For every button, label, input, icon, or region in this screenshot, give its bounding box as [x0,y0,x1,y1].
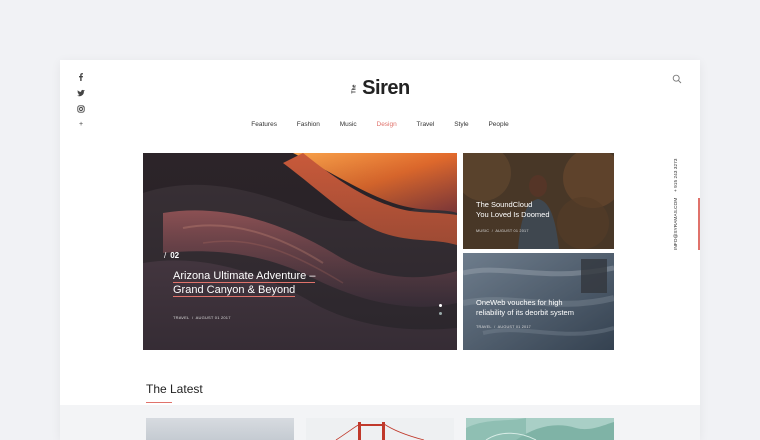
hero-date: AUGUST 01 2017 [195,315,231,320]
hero-title-line1: Arizona Ultimate Adventure – [173,270,316,283]
latest-thumb-2[interactable] [306,418,454,440]
contact-phone[interactable]: + 915 243 3273 [674,159,679,192]
card-title: The SoundCloud You Loved Is Doomed [476,200,576,220]
hero-image [143,153,457,350]
slider-dot-2[interactable] [439,312,442,315]
hero-title-line2: Grand Canyon & Beyond [173,284,296,297]
hero-category[interactable]: TRAVEL [173,315,189,320]
nav-item-features[interactable]: Features [251,121,277,128]
card-date: AUGUST 01 2017 [497,325,531,329]
hero-slide[interactable]: /02 Arizona Ultimate Adventure – Grand C… [143,153,457,350]
contact-email[interactable]: INFO@SYRAMAS.COM [674,198,679,250]
hero-meta: TRAVEL / AUGUST 01 2017 [173,315,231,320]
card-title-line1: OneWeb vouches for high [476,298,563,307]
nav-item-music[interactable]: Music [340,121,357,128]
card-meta: TRAVEL / AUGUST 01 2017 [476,325,531,329]
contact-info: + 915 243 3273 INFO@SYRAMAS.COM [674,148,682,258]
slider-dots [439,304,443,320]
nav-item-fashion[interactable]: Fashion [297,121,320,128]
bridge-image [306,418,454,440]
card-title-line1: The SoundCloud [476,200,533,209]
card-title-line2: reliability of its deorbit system [476,308,574,317]
card-category[interactable]: MUSIC [476,229,489,233]
slide-number: /02 [164,251,180,260]
page: + The Siren Features Fashion Music Design… [60,60,700,440]
card-date: AUGUST 01 2017 [495,229,529,233]
featured-card-oneweb[interactable]: OneWeb vouches for high reliability of i… [463,253,614,350]
nav-item-people[interactable]: People [488,121,508,128]
card-category[interactable]: TRAVEL [476,325,492,329]
latest-thumb-3[interactable] [466,418,614,440]
featured-card-soundcloud[interactable]: The SoundCloud You Loved Is Doomed MUSIC… [463,153,614,249]
succulent-image [466,418,614,440]
contact-accent-bar [698,198,700,250]
instagram-icon[interactable] [76,104,86,114]
logo-name: Siren [362,77,410,99]
hero-title[interactable]: Arizona Ultimate Adventure – Grand Canyo… [173,269,316,297]
logo-prefix: The [351,84,358,94]
main-nav: Features Fashion Music Design Travel Sty… [60,121,700,128]
card-meta: MUSIC / AUGUST 01 2017 [476,229,529,233]
site-logo[interactable]: The Siren [60,77,700,100]
latest-thumb-1[interactable] [146,418,294,440]
latest-heading: The Latest [146,382,203,396]
nav-item-style[interactable]: Style [454,121,468,128]
latest-heading-underline [146,402,172,403]
slide-number-value: 02 [170,251,180,260]
nav-item-travel[interactable]: Travel [417,121,435,128]
slider-dot-1[interactable] [439,304,442,307]
card-title: OneWeb vouches for high reliability of i… [476,298,596,318]
nav-item-design[interactable]: Design [377,121,397,128]
card-title-line2: You Loved Is Doomed [476,210,550,219]
